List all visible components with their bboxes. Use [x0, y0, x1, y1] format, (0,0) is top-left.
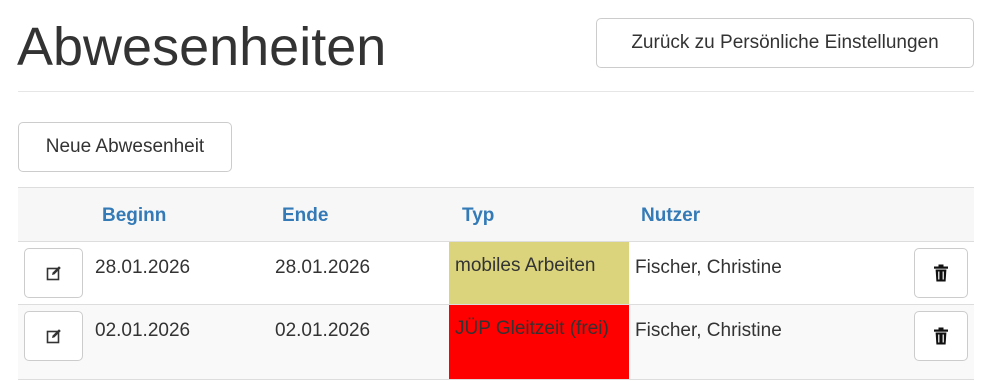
- absence-table: Beginn Ende Typ Nutzer 28.01.2026 28.01.…: [18, 187, 974, 380]
- typ-label: JÜP Gleitzeit (frei): [455, 318, 609, 339]
- trash-icon: [933, 327, 949, 345]
- cell-beginn: 28.01.2026: [95, 257, 191, 278]
- table-row: 28.01.2026 28.01.2026 mobiles Arbeiten F…: [18, 242, 974, 305]
- table-row: 02.01.2026 02.01.2026 JÜP Gleitzeit (fre…: [18, 305, 974, 380]
- trash-icon: [933, 264, 949, 282]
- cell-typ: JÜP Gleitzeit (frei): [449, 305, 629, 379]
- new-absence-button[interactable]: Neue Abwesenheit: [18, 122, 232, 172]
- table-header: Beginn Ende Typ Nutzer: [18, 187, 974, 242]
- column-header-ende[interactable]: Ende: [282, 205, 328, 227]
- page-title: Abwesenheiten: [17, 17, 387, 77]
- delete-button[interactable]: [914, 311, 968, 361]
- cell-ende: 28.01.2026: [275, 257, 371, 278]
- header-divider: [18, 91, 974, 92]
- edit-icon: [46, 328, 62, 344]
- cell-ende: 02.01.2026: [275, 320, 371, 341]
- edit-icon: [46, 265, 62, 281]
- delete-button[interactable]: [914, 248, 968, 298]
- column-header-nutzer[interactable]: Nutzer: [641, 205, 700, 227]
- column-header-typ[interactable]: Typ: [462, 205, 494, 227]
- cell-typ: mobiles Arbeiten: [449, 242, 629, 304]
- cell-nutzer: Fischer, Christine: [635, 320, 782, 341]
- back-to-personal-settings-button[interactable]: Zurück zu Persönliche Einstellungen: [596, 18, 974, 68]
- edit-button[interactable]: [24, 311, 83, 361]
- edit-button[interactable]: [24, 248, 83, 298]
- column-header-beginn[interactable]: Beginn: [102, 205, 166, 227]
- typ-label: mobiles Arbeiten: [455, 255, 596, 276]
- cell-nutzer: Fischer, Christine: [635, 257, 782, 278]
- cell-beginn: 02.01.2026: [95, 320, 191, 341]
